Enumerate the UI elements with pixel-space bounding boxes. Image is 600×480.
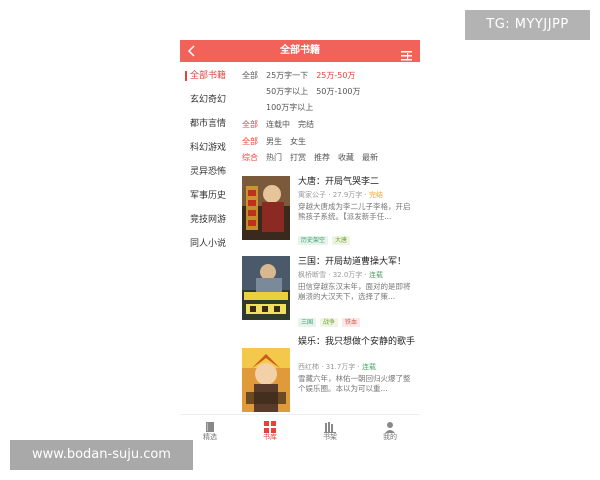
tab-label: 书架 [323, 433, 337, 441]
filter-gender-all[interactable]: 全部 [242, 136, 258, 148]
sidebar-item-urban[interactable]: 都市言情 [180, 116, 236, 132]
book-tag[interactable]: 三国 [298, 318, 317, 327]
book-status: 完结 [368, 191, 383, 199]
book-cover[interactable] [242, 256, 290, 320]
filter-option[interactable]: 男生 [266, 136, 282, 148]
book-icon [204, 418, 216, 432]
filter-option[interactable]: 女生 [290, 136, 306, 148]
bottom-tab-bar: 精选 书库 书架 我的 [180, 414, 420, 445]
sort-option[interactable]: 打赏 [290, 152, 306, 164]
book-status: 连载 [368, 271, 383, 279]
book-cover[interactable] [242, 348, 290, 412]
filter-option[interactable]: 50万字以上 [266, 86, 308, 98]
sort-option[interactable]: 热门 [266, 152, 282, 164]
sort-option[interactable]: 收藏 [338, 152, 354, 164]
shelf-icon [324, 418, 336, 433]
book-words: 27.9万字 [332, 191, 363, 199]
book-card[interactable]: 大唐：开局气哭李二 寓家公子 · 27.9万字 · 完结 穿越大唐成为李二儿子李… [236, 174, 420, 254]
sort-overall[interactable]: 综合 [242, 152, 258, 164]
filter-option[interactable]: 连载中 [266, 119, 290, 131]
book-status: 连载 [361, 363, 376, 371]
sidebar-item-fantasy[interactable]: 玄幻奇幻 [180, 92, 236, 108]
filter-option-selected[interactable]: 25万-50万 [316, 70, 355, 82]
watermark-top: TG: MYYJJPP [465, 10, 590, 40]
filter-option[interactable]: 50万-100万 [316, 86, 360, 98]
category-sidebar: 全部书籍 玄幻奇幻 都市言情 科幻游戏 灵异恐怖 军事历史 竞技网游 同人小说 [180, 62, 236, 414]
book-words: 32.0万字 [332, 271, 363, 279]
book-meta: 枫桥断雪 · 32.0万字 · 连载 [298, 271, 383, 279]
book-author: 枫桥断雪 [298, 271, 326, 279]
filter-option[interactable]: 100万字以上 [266, 102, 313, 114]
sidebar-item-esports[interactable]: 竞技网游 [180, 212, 236, 228]
book-words: 31.7万字 [325, 363, 356, 371]
filter-panel: 全部 25万字一下 25万-50万 50万字以上 50万-100万 100万字以上 全… [236, 62, 420, 174]
sidebar-item-fanfic[interactable]: 同人小说 [180, 236, 236, 252]
book-description: 雪藏六年，林佑一朝回归火爆了整个娱乐圈。本以为可以重... [298, 374, 411, 393]
book-tag[interactable]: 历史架空 [298, 236, 329, 245]
grid-icon [264, 418, 276, 433]
filter-row-sort: 综合 热门 打赏 推荐 收藏 最新 [242, 152, 386, 164]
filter-option[interactable]: 25万字一下 [266, 70, 308, 82]
filter-row-gender: 全部 男生 女生 [242, 136, 314, 148]
book-tag[interactable]: 铁血 [342, 318, 361, 327]
filter-row-wordcount: 全部 25万字一下 25万-50万 [242, 70, 363, 82]
filter-row-wordcount-2: 50万字以上 50万-100万 [266, 86, 369, 98]
tab-bookshelf[interactable]: 书架 [300, 415, 360, 445]
list-icon[interactable] [401, 46, 412, 61]
sort-option[interactable]: 推荐 [314, 152, 330, 164]
book-meta: 寓家公子 · 27.9万字 · 完结 [298, 191, 383, 199]
book-author: 寓家公子 [298, 191, 326, 199]
book-tags: 历史架空 大唐 [298, 227, 354, 245]
tab-library[interactable]: 书库 [240, 415, 300, 445]
book-tag[interactable]: 大唐 [332, 236, 351, 245]
book-author: 西红柿 [298, 363, 319, 371]
watermark-bottom: www.bodan-suju.com [10, 440, 193, 470]
user-icon [384, 418, 396, 433]
tab-profile[interactable]: 我的 [360, 415, 420, 445]
filter-row-wordcount-3: 100万字以上 [266, 102, 321, 114]
sidebar-item-military[interactable]: 军事历史 [180, 188, 236, 204]
filter-wordcount-all[interactable]: 全部 [242, 70, 258, 82]
page-title: 全部书籍 [280, 45, 320, 56]
filter-row-status: 全部 连载中 完结 [242, 119, 322, 131]
sidebar-item-all[interactable]: 全部书籍 [180, 68, 236, 84]
filter-status-all[interactable]: 全部 [242, 119, 258, 131]
book-content: 全部 25万字一下 25万-50万 50万字以上 50万-100万 100万字以上 全… [236, 62, 420, 414]
top-bar: 全部书籍 [180, 40, 420, 62]
book-tags: 三国 战争 铁血 [298, 309, 364, 327]
book-description: 田信穿越东汉末年，面对的是即将崩溃的大汉天下，选择了策... [298, 282, 411, 301]
filter-option[interactable]: 完结 [298, 119, 314, 131]
screen: TG: MYYJJPP 全部书籍 全部书籍 玄幻奇幻 都市言情 科幻游戏 灵异恐… [0, 0, 600, 480]
book-description: 穿越大唐成为李二儿子李格，开启熊孩子系统。【派发新手任... [298, 202, 411, 221]
book-meta: 西红柿 · 31.7万字 · 连载 [298, 363, 376, 371]
book-cover[interactable] [242, 176, 290, 240]
book-card[interactable]: 娱乐：我只想做个安静的歌手 西红柿 · 31.7万字 · 连载 雪藏六年，林佑一… [236, 334, 420, 414]
book-title[interactable]: 三国：开局劫道曹操大军！ [298, 256, 416, 268]
tab-label: 我的 [383, 433, 397, 441]
book-card[interactable]: 三国：开局劫道曹操大军！ 枫桥断雪 · 32.0万字 · 连载 田信穿越东汉末年… [236, 254, 420, 334]
book-title[interactable]: 大唐：开局气哭李二 [298, 176, 416, 188]
sidebar-item-scifi[interactable]: 科幻游戏 [180, 140, 236, 156]
book-title[interactable]: 娱乐：我只想做个安静的歌手 [298, 336, 416, 360]
tab-label: 书库 [263, 433, 277, 441]
sort-option[interactable]: 最新 [362, 152, 378, 164]
sidebar-item-horror[interactable]: 灵异恐怖 [180, 164, 236, 180]
book-tag[interactable]: 战争 [320, 318, 339, 327]
phone-frame: 全部书籍 全部书籍 玄幻奇幻 都市言情 科幻游戏 灵异恐怖 军事历史 竞技网游 … [180, 40, 420, 445]
